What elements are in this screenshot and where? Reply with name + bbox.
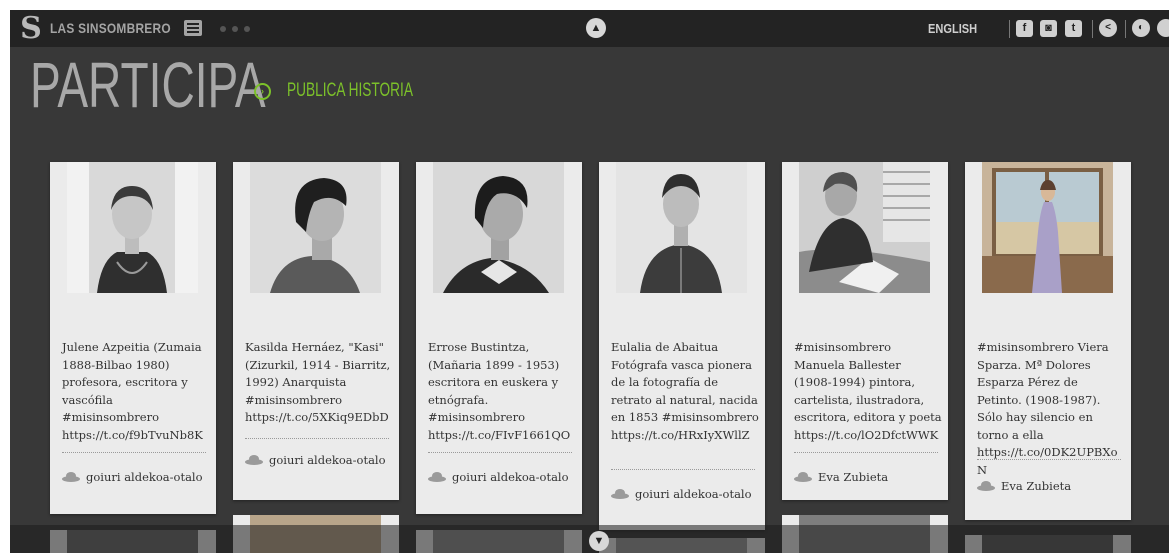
page-indicator-dot[interactable] (220, 26, 226, 32)
story-author[interactable]: goiuri aldekoa-otalo (611, 487, 759, 501)
story-caption: Errose Bustintza, (Mañaria 1899 - 1953) … (428, 340, 571, 442)
top-navigation-bar: S LAS SINSOMBRERO ▲ ENGLISH f ◙ t < ◐ (10, 10, 1169, 47)
twitter-icon[interactable]: t (1065, 20, 1082, 37)
divider (611, 469, 755, 470)
story-author[interactable]: goiuri aldekoa-otalo (245, 453, 393, 467)
story-card[interactable]: Julene Azpeitia (Zumaia 1888-Bilbao 1980… (50, 162, 216, 514)
story-card[interactable]: Eulalia de Abaitua Fotógrafa vasca pione… (599, 162, 765, 530)
portrait-photo[interactable] (616, 162, 747, 293)
divider (1092, 20, 1093, 38)
author-name: goiuri aldekoa-otalo (86, 470, 203, 484)
site-logo[interactable]: S (18, 12, 44, 46)
page-indicator-dot[interactable] (244, 26, 250, 32)
story-caption: Julene Azpeitia (Zumaia 1888-Bilbao 1980… (62, 340, 203, 442)
share-icon[interactable]: < (1099, 19, 1117, 37)
author-name: Eva Zubieta (1001, 479, 1072, 493)
settings-icon[interactable] (1157, 19, 1169, 37)
divider (977, 459, 1121, 460)
story-caption: #misinsombrero Manuela Ballester (1908-1… (794, 340, 942, 442)
story-card[interactable]: #misinsombrero Manuela Ballester (1908-1… (782, 162, 948, 500)
story-caption: #misinsombrero Viera Sparza. Mª Dolores … (977, 340, 1118, 477)
portrait-photo[interactable] (250, 162, 381, 293)
chevron-down-icon[interactable]: ▼ (589, 531, 609, 551)
divider (428, 452, 572, 453)
story-author[interactable]: Eva Zubieta (977, 479, 1125, 493)
portrait-photo[interactable] (799, 162, 930, 293)
hat-icon (428, 472, 446, 482)
story-caption: Eulalia de Abaitua Fotógrafa vasca pione… (611, 340, 759, 442)
story-card[interactable]: Errose Bustintza, (Mañaria 1899 - 1953) … (416, 162, 582, 514)
hat-icon (62, 472, 80, 482)
instagram-icon[interactable]: ◙ (1040, 20, 1057, 37)
divider (1009, 20, 1010, 38)
page-indicator-dot[interactable] (232, 26, 238, 32)
page-title: PARTICIPA (30, 49, 266, 121)
author-name: goiuri aldekoa-otalo (269, 453, 386, 467)
story-caption: Kasilda Hernáez, "Kasi" (Zizurkil, 1914 … (245, 340, 391, 424)
painting-image[interactable] (982, 162, 1113, 293)
sound-icon[interactable]: ◐ (1132, 19, 1150, 37)
hamburger-menu-icon[interactable] (184, 20, 202, 36)
story-card[interactable]: Kasilda Hernáez, "Kasi" (Zizurkil, 1914 … (233, 162, 399, 500)
hat-icon (611, 489, 629, 499)
story-author[interactable]: goiuri aldekoa-otalo (62, 470, 210, 484)
hat-icon (977, 481, 995, 491)
divider (62, 452, 206, 453)
portrait-photo[interactable] (433, 162, 564, 293)
portrait-photo[interactable] (67, 162, 198, 293)
story-author[interactable]: goiuri aldekoa-otalo (428, 470, 576, 484)
site-name-link[interactable]: LAS SINSOMBRERO (50, 10, 171, 47)
author-name: Eva Zubieta (818, 470, 889, 484)
author-name: goiuri aldekoa-otalo (635, 487, 752, 501)
facebook-icon[interactable]: f (1016, 20, 1033, 37)
story-card[interactable]: #misinsombrero Viera Sparza. Mª Dolores … (965, 162, 1131, 520)
story-author[interactable]: Eva Zubieta (794, 470, 942, 484)
divider (1125, 20, 1126, 38)
chevron-up-icon[interactable]: ▲ (586, 18, 606, 38)
hat-icon (245, 455, 263, 465)
author-name: goiuri aldekoa-otalo (452, 470, 569, 484)
chevron-right-icon[interactable]: › (254, 83, 271, 100)
divider (794, 452, 938, 453)
app-frame: S LAS SINSOMBRERO ▲ ENGLISH f ◙ t < ◐ PA… (10, 10, 1169, 553)
divider (245, 438, 389, 439)
publish-story-link[interactable]: PUBLICA HISTORIA (287, 78, 413, 104)
hat-icon (794, 472, 812, 482)
language-switch-link[interactable]: ENGLISH (928, 10, 977, 47)
